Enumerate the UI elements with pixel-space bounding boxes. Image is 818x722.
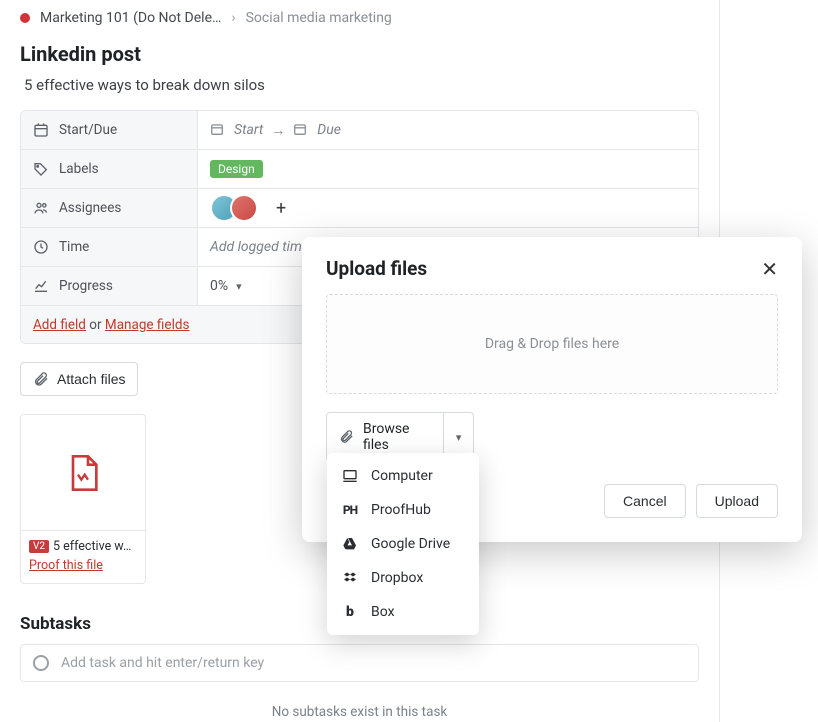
source-box[interactable]: b Box: [327, 595, 479, 629]
tag-icon: [33, 161, 49, 177]
field-key-startdue: Start/Due: [59, 122, 117, 138]
google-drive-icon: [341, 535, 359, 553]
field-key-assignees: Assignees: [59, 200, 121, 216]
checkbox-empty-icon: [33, 655, 49, 671]
field-key-labels: Labels: [59, 161, 99, 177]
subtask-input[interactable]: Add task and hit enter/return key: [20, 644, 699, 682]
paperclip-icon: [33, 371, 49, 387]
people-icon: [33, 200, 49, 216]
breadcrumb-section[interactable]: Social media marketing: [246, 10, 392, 26]
start-placeholder: Start: [234, 122, 263, 138]
field-value-labels[interactable]: Design: [198, 150, 698, 188]
footer-or-text: or: [86, 317, 105, 333]
chevron-down-icon: ▾: [456, 431, 462, 444]
proofhub-icon: PH: [341, 501, 359, 519]
calendar-icon: [210, 122, 226, 138]
task-description[interactable]: 5 effective ways to break down silos: [0, 74, 719, 110]
attach-files-button[interactable]: Attach files: [20, 362, 138, 396]
version-badge: V2: [29, 540, 49, 553]
field-row-startdue: Start/Due Start → Due: [21, 111, 698, 149]
source-computer-label: Computer: [371, 468, 433, 484]
browse-files-label: Browse files: [363, 421, 431, 453]
chevron-down-icon: ▾: [236, 280, 242, 293]
add-field-link[interactable]: Add field: [33, 317, 86, 333]
subtask-placeholder: Add task and hit enter/return key: [61, 655, 264, 671]
field-row-labels: Labels Design: [21, 149, 698, 188]
cancel-button[interactable]: Cancel: [604, 484, 686, 518]
modal-title: Upload files: [326, 257, 427, 280]
clock-icon: [33, 239, 49, 255]
source-google-drive[interactable]: Google Drive: [327, 527, 479, 561]
source-computer[interactable]: Computer: [327, 459, 479, 493]
manage-fields-link[interactable]: Manage fields: [105, 317, 190, 333]
calendar-icon: [33, 122, 49, 138]
field-value-assignees[interactable]: +: [198, 189, 698, 227]
source-dropbox-label: Dropbox: [371, 570, 423, 586]
due-placeholder: Due: [317, 122, 341, 138]
arrow-right-icon: →: [271, 122, 285, 139]
field-key-progress: Progress: [59, 278, 113, 294]
avatar[interactable]: [230, 194, 258, 222]
dropbox-icon: [341, 569, 359, 587]
dropzone[interactable]: Drag & Drop files here: [326, 294, 778, 394]
file-name: 5 effective w…: [53, 539, 131, 554]
time-placeholder: Add logged tim: [210, 239, 302, 255]
breadcrumb-project[interactable]: Marketing 101 (Do Not Dele…: [40, 10, 221, 26]
field-value-startdue[interactable]: Start → Due: [198, 111, 698, 149]
progress-value: 0%: [210, 278, 228, 294]
box-icon: b: [341, 603, 359, 621]
calendar-icon: [293, 122, 309, 138]
source-dropbox[interactable]: Dropbox: [327, 561, 479, 595]
add-assignee-button[interactable]: +: [276, 198, 286, 219]
attachment-card[interactable]: V2 5 effective w… Proof this file: [20, 414, 146, 584]
field-key-time: Time: [59, 239, 89, 255]
file-source-menu: Computer PH ProofHub Google Drive Dr: [327, 453, 479, 635]
upload-files-modal: Upload files ✕ Drag & Drop files here Br…: [302, 237, 802, 542]
source-proofhub-label: ProofHub: [371, 502, 431, 518]
source-proofhub[interactable]: PH ProofHub: [327, 493, 479, 527]
source-gdrive-label: Google Drive: [371, 536, 450, 552]
proof-file-link[interactable]: Proof this file: [29, 558, 137, 573]
subtasks-empty-state: No subtasks exist in this task: [0, 682, 719, 720]
source-box-label: Box: [371, 604, 395, 620]
upload-button[interactable]: Upload: [696, 484, 778, 518]
label-tag-design[interactable]: Design: [210, 160, 263, 178]
chevron-right-icon: ›: [231, 10, 235, 26]
modal-close-button[interactable]: ✕: [761, 259, 778, 279]
dropzone-text: Drag & Drop files here: [485, 336, 619, 352]
project-color-dot: [20, 13, 30, 23]
paperclip-icon: [339, 429, 355, 445]
chart-icon: [33, 278, 49, 294]
breadcrumb: Marketing 101 (Do Not Dele… › Social med…: [0, 0, 719, 30]
attach-files-label: Attach files: [57, 371, 125, 387]
file-thumbnail: [21, 415, 145, 531]
field-row-assignees: Assignees +: [21, 188, 698, 227]
computer-icon: [341, 467, 359, 485]
task-title[interactable]: Linkedin post: [0, 30, 719, 74]
browse-files-split-button: Browse files ▾ Computer PH ProofHub: [326, 412, 474, 462]
